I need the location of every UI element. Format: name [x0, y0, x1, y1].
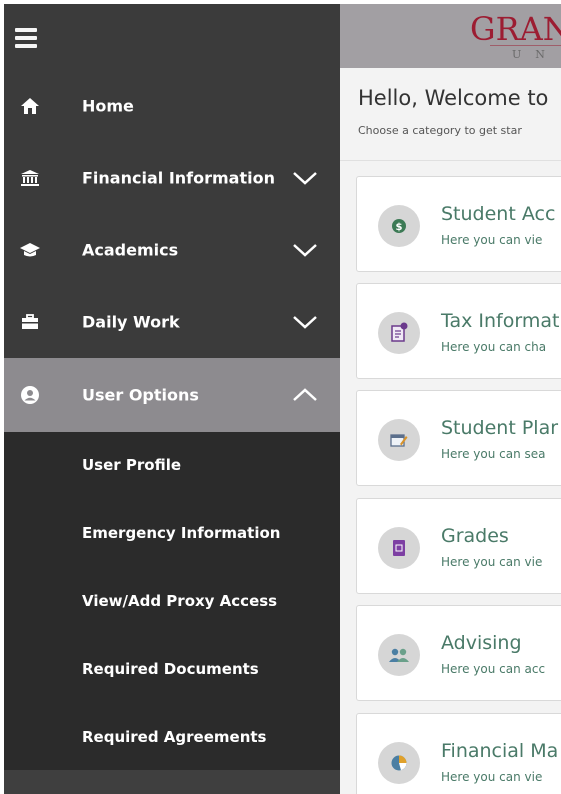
sidebar-item-label: User Options: [82, 385, 199, 405]
briefcase-icon: [18, 310, 42, 334]
category-card-tax-information[interactable]: Tax Informat Here you can cha: [356, 283, 561, 379]
advisors-icon: [378, 634, 420, 676]
bank-icon: [18, 166, 42, 190]
card-description: Here you can sea: [441, 447, 546, 461]
divider: [340, 160, 561, 161]
submenu-item-user-profile[interactable]: User Profile: [82, 456, 181, 474]
category-card-advising[interactable]: Advising Here you can acc: [356, 605, 561, 701]
card-title: Grades: [441, 525, 509, 547]
sidebar-item-label: Home: [82, 96, 134, 116]
card-description: Here you can vie: [441, 233, 543, 247]
card-description: Here you can vie: [441, 555, 543, 569]
user-circle-icon: [18, 383, 42, 407]
sidebar-item-label: Academics: [82, 240, 179, 260]
sidebar: Home Financial Information Academics Dai…: [4, 4, 340, 794]
category-card-student-planning[interactable]: Student Plar Here you can sea: [356, 390, 561, 486]
brand-divider: [490, 45, 561, 46]
user-options-submenu: User Profile Emergency Information View/…: [4, 432, 340, 770]
grades-book-icon: [378, 527, 420, 569]
chevron-up-icon[interactable]: [292, 387, 318, 403]
graduation-cap-icon: [18, 238, 42, 262]
submenu-item-proxy-access[interactable]: View/Add Proxy Access: [82, 592, 277, 610]
brand-logo-subtitle: UN: [512, 48, 559, 61]
pie-chart-icon: [378, 742, 420, 784]
sidebar-item-daily-work[interactable]: Daily Work: [4, 286, 340, 358]
category-card-student-account[interactable]: $ Student Acc Here you can vie: [356, 176, 561, 272]
hamburger-menu-icon[interactable]: [15, 28, 37, 48]
chevron-down-icon[interactable]: [292, 170, 318, 186]
page-subtitle: Choose a category to get star: [358, 124, 522, 137]
home-icon: [18, 94, 42, 118]
sidebar-item-user-options[interactable]: User Options: [4, 358, 340, 432]
card-title: Advising: [441, 632, 522, 654]
category-card-grades[interactable]: Grades Here you can vie: [356, 498, 561, 594]
submenu-item-emergency-information[interactable]: Emergency Information: [82, 524, 280, 542]
card-title: Student Plar: [441, 417, 559, 439]
card-title: Tax Informat: [441, 310, 560, 332]
chevron-down-icon[interactable]: [292, 242, 318, 258]
category-card-financial-management[interactable]: Financial Ma Here you can vie: [356, 713, 561, 794]
dollar-icon: $: [378, 205, 420, 247]
main-content: Hello, Welcome to Choose a category to g…: [340, 68, 561, 794]
sidebar-item-label: Financial Information: [82, 168, 275, 188]
tax-document-icon: [378, 312, 420, 354]
chevron-down-icon[interactable]: [292, 314, 318, 330]
sidebar-item-label: Daily Work: [82, 312, 180, 332]
card-description: Here you can cha: [441, 340, 547, 354]
header-bar: GRAN UN: [340, 4, 561, 68]
svg-text:$: $: [396, 222, 403, 233]
card-description: Here you can acc: [441, 662, 546, 676]
brand-logo[interactable]: GRAN: [470, 10, 561, 48]
card-title: Student Acc: [441, 203, 556, 225]
submenu-item-required-agreements[interactable]: Required Agreements: [82, 728, 266, 746]
sidebar-footer: [4, 770, 340, 794]
sidebar-item-academics[interactable]: Academics: [4, 214, 340, 286]
sidebar-item-financial-information[interactable]: Financial Information: [4, 142, 340, 214]
planner-icon: [378, 419, 420, 461]
card-title: Financial Ma: [441, 740, 559, 762]
card-description: Here you can vie: [441, 770, 543, 784]
sidebar-item-home[interactable]: Home: [4, 70, 340, 142]
submenu-item-required-documents[interactable]: Required Documents: [82, 660, 259, 678]
page-title: Hello, Welcome to: [358, 86, 549, 110]
